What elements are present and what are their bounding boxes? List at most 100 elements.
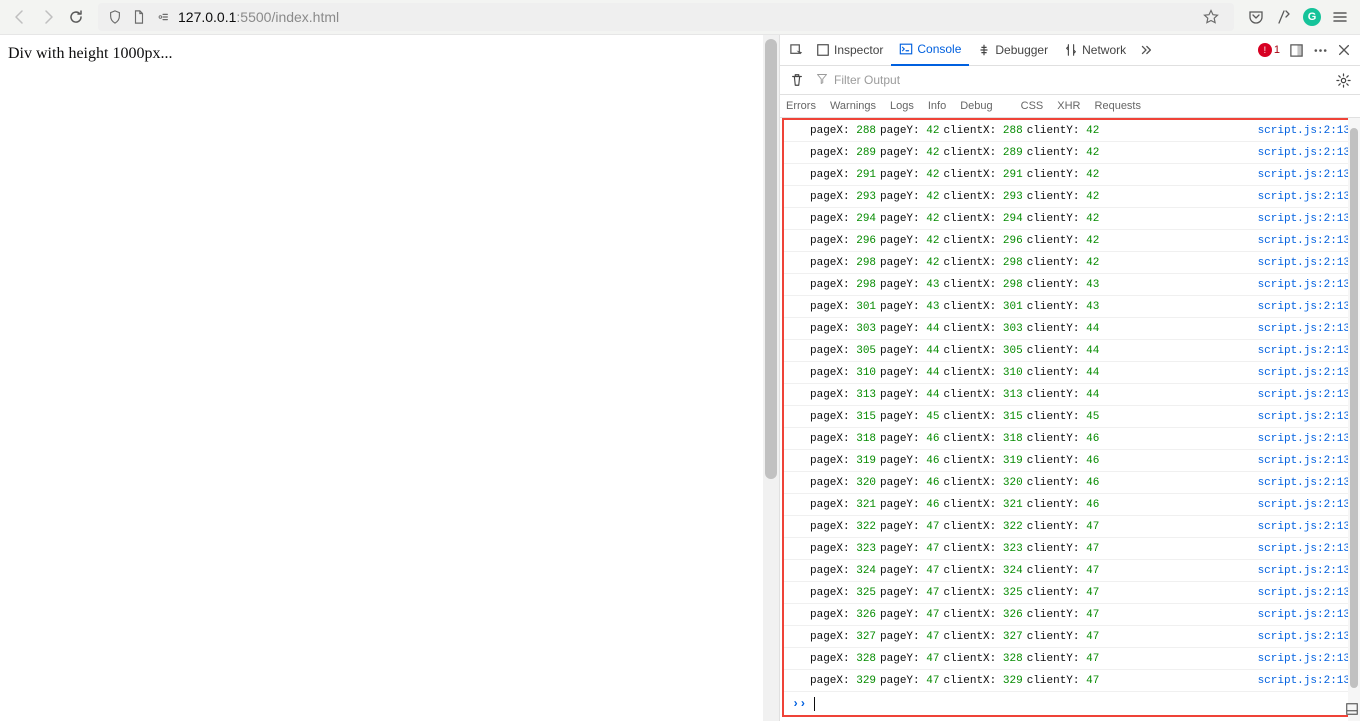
url-text: 127.0.0.1:5500/index.html [178,9,339,25]
funnel-icon [816,73,828,88]
shield-icon [106,10,124,24]
console-log-row: pageX: 305pageY: 44clientX: 305clientY: … [784,340,1356,362]
devtools-tabs: Inspector Console Debugger Network !1 [780,35,1360,66]
console-log-row: pageX: 291pageY: 42clientX: 291clientY: … [784,164,1356,186]
console-log-row: pageX: 315pageY: 45clientX: 315clientY: … [784,406,1356,428]
console-log-row: pageX: 326pageY: 47clientX: 326clientY: … [784,604,1356,626]
console-log-row: pageX: 321pageY: 46clientX: 321clientY: … [784,494,1356,516]
log-source-link[interactable]: script.js:2:13 [1258,565,1350,577]
console-log-row: pageX: 319pageY: 46clientX: 319clientY: … [784,450,1356,472]
console-log-row: pageX: 318pageY: 46clientX: 318clientY: … [784,428,1356,450]
cat-css[interactable]: CSS [1021,100,1044,112]
filter-placeholder: Filter Output [834,73,900,87]
console-scrollbar[interactable] [1348,118,1360,721]
log-source-link[interactable]: script.js:2:13 [1258,169,1350,181]
console-log-row: pageX: 293pageY: 42clientX: 293clientY: … [784,186,1356,208]
console-log-row: pageX: 298pageY: 42clientX: 298clientY: … [784,252,1356,274]
log-source-link[interactable]: script.js:2:13 [1258,367,1350,379]
devtools-menu-icon[interactable] [1308,38,1332,62]
page-content-pane: Div with height 1000px... [0,35,779,721]
page-icon [130,10,148,24]
cat-logs[interactable]: Logs [890,100,914,112]
page-body-text: Div with height 1000px... [0,35,779,73]
console-log-row: pageX: 320pageY: 46clientX: 320clientY: … [784,472,1356,494]
devtools-panel: Inspector Console Debugger Network !1 Fi… [779,35,1360,721]
address-bar[interactable]: 127.0.0.1:5500/index.html [98,3,1234,31]
tabs-overflow-icon[interactable] [1134,38,1158,62]
back-button[interactable] [6,3,34,31]
log-source-link[interactable]: script.js:2:13 [1258,587,1350,599]
cat-errors[interactable]: Errors [786,100,816,112]
console-log-row: pageX: 294pageY: 42clientX: 294clientY: … [784,208,1356,230]
grammarly-icon[interactable]: G [1298,3,1326,31]
console-categories: Errors Warnings Logs Info Debug CSS XHR … [780,95,1360,118]
error-count-badge[interactable]: !1 [1258,43,1280,57]
console-log-row: pageX: 303pageY: 44clientX: 303clientY: … [784,318,1356,340]
reload-button[interactable] [62,3,90,31]
cat-xhr[interactable]: XHR [1057,100,1080,112]
console-log-row: pageX: 324pageY: 47clientX: 324clientY: … [784,560,1356,582]
console-log-row: pageX: 323pageY: 47clientX: 323clientY: … [784,538,1356,560]
log-source-link[interactable]: script.js:2:13 [1258,301,1350,313]
log-source-link[interactable]: script.js:2:13 [1258,543,1350,555]
console-toolbar: Filter Output [780,66,1360,95]
pick-element-icon[interactable] [784,38,808,62]
tab-console[interactable]: Console [891,34,969,66]
bookmark-star-icon[interactable] [1202,9,1220,25]
log-source-link[interactable]: script.js:2:13 [1258,257,1350,269]
log-source-link[interactable]: script.js:2:13 [1258,477,1350,489]
log-source-link[interactable]: script.js:2:13 [1258,235,1350,247]
console-log-row: pageX: 327pageY: 47clientX: 327clientY: … [784,626,1356,648]
console-log-row: pageX: 301pageY: 43clientX: 301clientY: … [784,296,1356,318]
tab-network[interactable]: Network [1056,35,1134,65]
save-pocket-icon[interactable] [1242,3,1270,31]
console-output: pageX: 288pageY: 42clientX: 288clientY: … [780,118,1360,721]
log-source-link[interactable]: script.js:2:13 [1258,345,1350,357]
log-source-link[interactable]: script.js:2:13 [1258,521,1350,533]
page-scrollbar[interactable] [763,35,779,721]
clear-console-icon[interactable] [786,73,808,87]
console-log-row: pageX: 322pageY: 47clientX: 322clientY: … [784,516,1356,538]
log-source-link[interactable]: script.js:2:13 [1258,455,1350,467]
prompt-chevron-icon: ›› [792,697,806,711]
log-source-link[interactable]: script.js:2:13 [1258,147,1350,159]
split-console-icon[interactable] [1344,701,1360,717]
log-source-link[interactable]: script.js:2:13 [1258,653,1350,665]
log-source-link[interactable]: script.js:2:13 [1258,191,1350,203]
log-source-link[interactable]: script.js:2:13 [1258,389,1350,401]
console-log-row: pageX: 289pageY: 42clientX: 289clientY: … [784,142,1356,164]
console-log-row: pageX: 313pageY: 44clientX: 313clientY: … [784,384,1356,406]
console-settings-icon[interactable] [1332,73,1354,88]
browser-toolbar: 127.0.0.1:5500/index.html G [0,0,1360,35]
cat-warnings[interactable]: Warnings [830,100,876,112]
log-source-link[interactable]: script.js:2:13 [1258,323,1350,335]
log-source-link[interactable]: script.js:2:13 [1258,279,1350,291]
console-log-row: pageX: 328pageY: 47clientX: 328clientY: … [784,648,1356,670]
extension-icon[interactable] [1270,3,1298,31]
console-log-row: pageX: 288pageY: 42clientX: 288clientY: … [784,120,1356,142]
tab-inspector[interactable]: Inspector [808,35,891,65]
cat-info[interactable]: Info [928,100,946,112]
log-source-link[interactable]: script.js:2:13 [1258,125,1350,137]
console-log-row: pageX: 296pageY: 42clientX: 296clientY: … [784,230,1356,252]
log-source-link[interactable]: script.js:2:13 [1258,631,1350,643]
cat-requests[interactable]: Requests [1095,100,1141,112]
log-source-link[interactable]: script.js:2:13 [1258,213,1350,225]
filter-output-input[interactable]: Filter Output [816,73,1332,88]
console-log-row: pageX: 310pageY: 44clientX: 310clientY: … [784,362,1356,384]
permissions-icon [154,10,172,24]
tab-debugger[interactable]: Debugger [969,35,1056,65]
cat-debug[interactable]: Debug [960,100,992,112]
log-source-link[interactable]: script.js:2:13 [1258,433,1350,445]
log-source-link[interactable]: script.js:2:13 [1258,675,1350,687]
forward-button[interactable] [34,3,62,31]
close-devtools-icon[interactable] [1332,38,1356,62]
app-menu-button[interactable] [1326,3,1354,31]
console-log-row: pageX: 329pageY: 47clientX: 329clientY: … [784,670,1356,692]
log-source-link[interactable]: script.js:2:13 [1258,411,1350,423]
console-log-row: pageX: 298pageY: 43clientX: 298clientY: … [784,274,1356,296]
log-source-link[interactable]: script.js:2:13 [1258,499,1350,511]
console-prompt[interactable]: ›› [784,692,1356,716]
log-source-link[interactable]: script.js:2:13 [1258,609,1350,621]
dock-side-icon[interactable] [1284,38,1308,62]
